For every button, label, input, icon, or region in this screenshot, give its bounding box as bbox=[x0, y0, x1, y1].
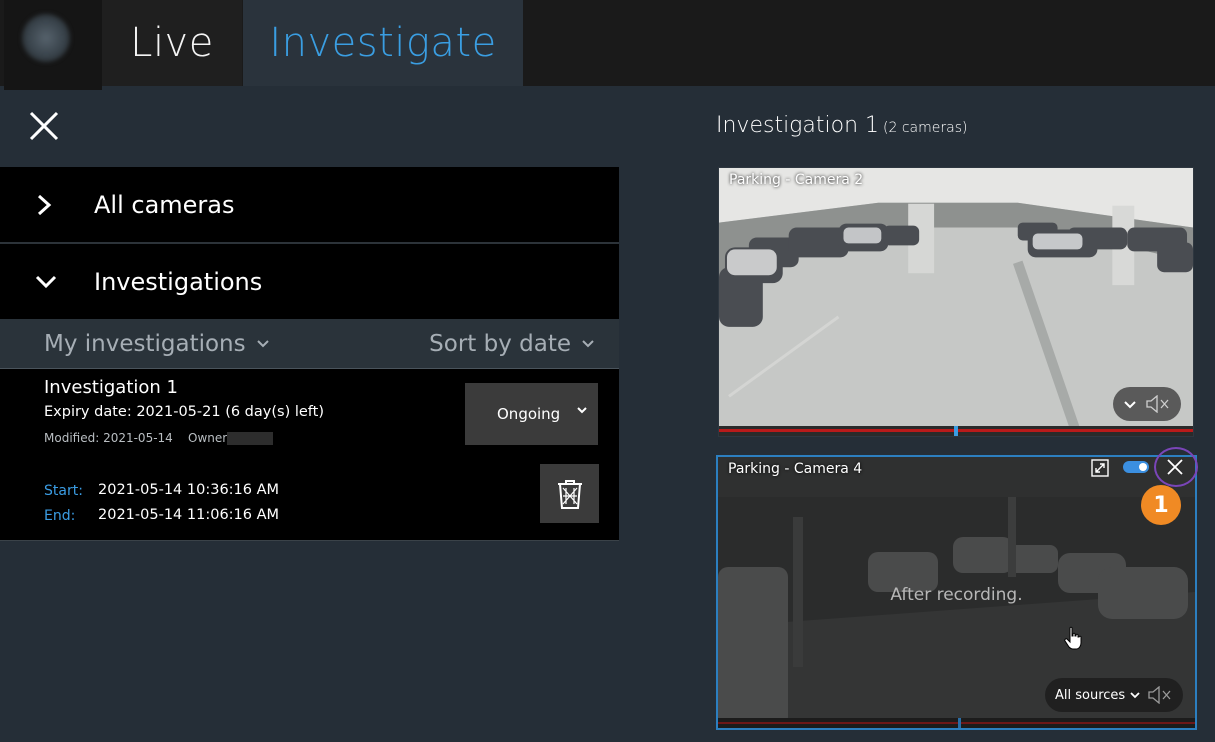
top-navigation-bar: Live Investigate bbox=[0, 0, 1215, 90]
camera-controls: All sources bbox=[1045, 678, 1183, 712]
filter-bar: My investigations Sort by date bbox=[0, 319, 619, 369]
chevron-down-icon bbox=[256, 339, 269, 347]
start-value: 2021-05-14 10:36:16 AM bbox=[98, 482, 280, 498]
investigations-label: Investigations bbox=[94, 267, 263, 296]
owner-redacted bbox=[227, 432, 273, 445]
sources-dropdown[interactable]: All sources bbox=[1055, 678, 1141, 712]
chevron-down-icon bbox=[34, 244, 58, 319]
callout-badge: 1 bbox=[1141, 485, 1181, 525]
expand-icon[interactable] bbox=[1091, 459, 1109, 477]
camera-controls bbox=[1113, 387, 1181, 421]
trash-icon bbox=[557, 479, 582, 509]
close-icon[interactable] bbox=[1165, 457, 1185, 477]
end-value: 2021-05-14 11:06:16 AM bbox=[98, 507, 280, 523]
camera-title: Parking - Camera 4 bbox=[728, 461, 863, 477]
camera-view-2[interactable]: Parking - Camera 2 bbox=[718, 167, 1194, 437]
camera-title: Parking - Camera 2 bbox=[729, 172, 864, 188]
investigation-header: Investigation 1 (2 cameras) bbox=[716, 113, 967, 138]
all-cameras-label: All cameras bbox=[94, 190, 235, 219]
chevron-right-icon bbox=[34, 167, 54, 242]
start-label: Start: bbox=[44, 483, 83, 499]
hand-cursor-icon bbox=[1064, 626, 1082, 650]
my-investigations-dropdown[interactable]: My investigations bbox=[44, 319, 270, 368]
recording-timeline[interactable] bbox=[718, 718, 1195, 728]
toggle-icon[interactable] bbox=[1123, 461, 1149, 473]
investigations-row[interactable]: Investigations bbox=[0, 244, 619, 319]
app-logo bbox=[4, 0, 102, 90]
recording-timeline[interactable] bbox=[719, 426, 1193, 436]
camera-count: (2 cameras) bbox=[883, 120, 968, 136]
after-recording-message: After recording. bbox=[890, 585, 1023, 605]
mute-icon[interactable] bbox=[1145, 395, 1171, 413]
delete-button[interactable] bbox=[540, 464, 599, 523]
sort-label: Sort by date bbox=[429, 330, 571, 357]
all-cameras-row[interactable]: All cameras bbox=[0, 167, 619, 242]
sources-label: All sources bbox=[1055, 687, 1126, 703]
chevron-down-icon[interactable] bbox=[1123, 395, 1137, 413]
camera-view-4[interactable]: Parking - Camera 4 After recording. All … bbox=[716, 455, 1197, 730]
close-icon[interactable] bbox=[28, 110, 60, 142]
investigation-header-title: Investigation 1 bbox=[716, 113, 880, 138]
investigation-card[interactable]: Investigation 1 Expiry date: 2021-05-21 … bbox=[0, 369, 619, 541]
owner-label: Owner bbox=[188, 431, 228, 445]
modified-date: Modified: 2021-05-14 bbox=[44, 431, 173, 445]
toggle-knob bbox=[1139, 463, 1147, 471]
logo-image bbox=[22, 14, 70, 62]
end-label: End: bbox=[44, 508, 76, 524]
sort-dropdown[interactable]: Sort by date bbox=[429, 319, 595, 368]
expiry-date: Expiry date: 2021-05-21 (6 day(s) left) bbox=[44, 404, 324, 420]
my-investigations-label: My investigations bbox=[44, 330, 246, 357]
investigation-title: Investigation 1 bbox=[44, 377, 178, 398]
tab-live[interactable]: Live bbox=[102, 0, 242, 86]
status-dropdown[interactable]: Ongoing bbox=[465, 383, 598, 445]
chevron-down-icon bbox=[1130, 692, 1140, 699]
mute-icon[interactable] bbox=[1147, 686, 1173, 704]
chevron-down-icon bbox=[582, 339, 594, 347]
status-label: Ongoing bbox=[497, 405, 561, 423]
tab-investigate[interactable]: Investigate bbox=[243, 0, 523, 86]
chevron-down-icon bbox=[577, 407, 587, 414]
